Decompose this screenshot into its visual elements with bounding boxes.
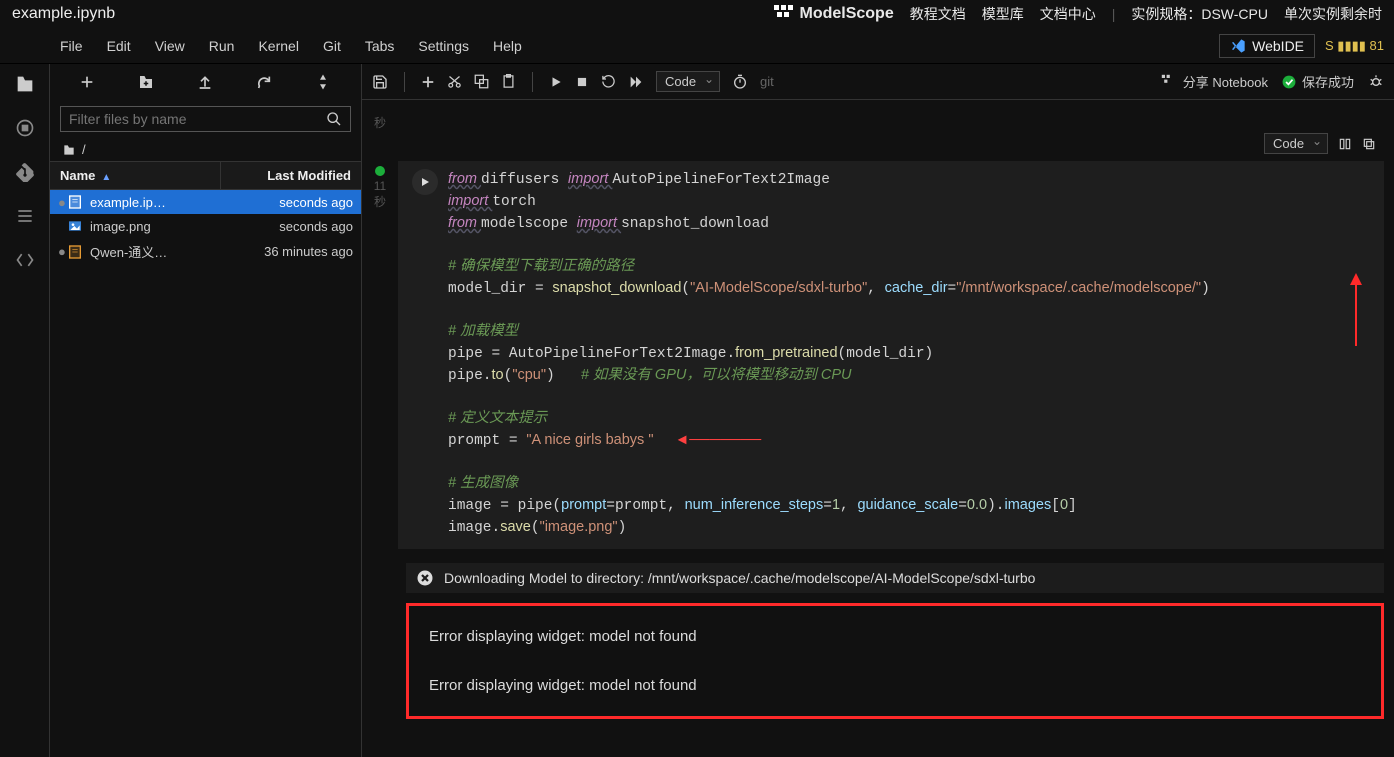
file-browser: / Name▲ Last Modified ●example.ip…second…: [50, 64, 362, 757]
logo-icon: [773, 4, 793, 24]
menu-git[interactable]: Git: [323, 38, 341, 54]
stage-badge: S ▮▮▮▮ 81: [1325, 38, 1384, 54]
filter-input[interactable]: [69, 111, 326, 127]
webide-button[interactable]: WebIDE: [1219, 34, 1315, 58]
vscode-icon: [1230, 38, 1246, 54]
file-modified: seconds ago: [279, 219, 353, 234]
share-icon: [1161, 74, 1177, 90]
status-ok-icon: [375, 166, 385, 176]
folder-icon: [62, 143, 76, 157]
cell-toolbar: Code: [1256, 129, 1384, 158]
filter-files-box[interactable]: [60, 106, 351, 132]
file-name: example.ip…: [90, 195, 279, 210]
notebook-icon: [66, 194, 84, 210]
file-modified: seconds ago: [279, 195, 353, 210]
sort-caret-icon: ▲: [101, 172, 111, 183]
cell-type-select[interactable]: Code: [656, 71, 720, 92]
cell-duplicate-button[interactable]: [1362, 137, 1376, 151]
col-name[interactable]: Name▲: [50, 162, 221, 189]
code-cell[interactable]: Code from diffusers import AutoPipelineF…: [398, 161, 1384, 549]
remaining-label: 单次实例剩余时: [1284, 4, 1382, 24]
notebook-area: Code git 分享 Notebook 保存成功 秒: [362, 64, 1394, 757]
play-icon: [419, 176, 431, 188]
paste-button[interactable]: [501, 74, 516, 89]
error-box: Error displaying widget: model not found…: [406, 603, 1384, 719]
insert-cell-button[interactable]: [421, 75, 435, 89]
nav-models[interactable]: 模型库: [982, 4, 1024, 24]
error-line: Error displaying widget: model not found: [421, 661, 1369, 710]
menu-kernel[interactable]: Kernel: [258, 38, 298, 54]
notebook-body[interactable]: 秒 11秒 Code: [362, 100, 1394, 757]
window-title: example.ipynb: [12, 5, 115, 23]
file-name: Qwen-通义…: [90, 242, 264, 261]
spec-label: 实例规格：DSW-CPU: [1131, 4, 1268, 24]
menu-settings[interactable]: Settings: [418, 38, 469, 54]
new-launcher-button[interactable]: [79, 74, 95, 90]
nav-docs[interactable]: 文档中心: [1040, 4, 1096, 24]
share-notebook-button[interactable]: 分享 Notebook: [1161, 72, 1268, 91]
cell-dropdown[interactable]: Code: [1264, 133, 1328, 154]
menu-file[interactable]: File: [60, 38, 83, 54]
timing-button[interactable]: [732, 74, 748, 90]
menu-edit[interactable]: Edit: [107, 38, 131, 54]
run-cell-button[interactable]: [412, 169, 438, 195]
upload-button[interactable]: [197, 74, 213, 90]
menu-tabs[interactable]: Tabs: [365, 38, 395, 54]
activity-bar: [0, 64, 50, 757]
copy-button[interactable]: [474, 74, 489, 89]
output-line: Downloading Model to directory: /mnt/wor…: [406, 563, 1384, 593]
nav-tutorial[interactable]: 教程文档: [910, 4, 966, 24]
notebook-icon: [66, 244, 84, 260]
menu-bar: File Edit View Run Kernel Git Tabs Setti…: [0, 28, 1394, 64]
toc-tab[interactable]: [13, 204, 37, 228]
annotation-arrow-left: ◄───────: [671, 432, 761, 448]
check-icon: [1282, 75, 1296, 89]
menu-help[interactable]: Help: [493, 38, 522, 54]
menu-run[interactable]: Run: [209, 38, 235, 54]
new-folder-button[interactable]: [137, 73, 155, 91]
file-row[interactable]: ●Qwen-通义…36 minutes ago: [50, 238, 361, 265]
file-browser-tab[interactable]: [13, 72, 37, 96]
brand-label: ModelScope: [799, 5, 893, 23]
prev-cell-gutter: 秒: [362, 110, 398, 131]
restart-button[interactable]: [601, 74, 616, 89]
notebook-toolbar: Code git 分享 Notebook 保存成功: [362, 64, 1394, 100]
search-icon: [326, 111, 342, 127]
top-right-nav: ModelScope 教程文档 模型库 文档中心 | 实例规格：DSW-CPU …: [773, 4, 1382, 24]
error-line: Error displaying widget: model not found: [421, 612, 1369, 661]
col-modified[interactable]: Last Modified: [221, 162, 361, 189]
annotation-arrow-up: [1346, 271, 1366, 351]
file-row[interactable]: ●example.ip…seconds ago: [50, 190, 361, 214]
save-status: 保存成功: [1282, 72, 1354, 91]
running-tab[interactable]: [13, 116, 37, 140]
code-editor[interactable]: from diffusers import AutoPipelineForTex…: [448, 169, 1210, 539]
run-all-button[interactable]: [628, 74, 644, 90]
file-modified: 36 minutes ago: [264, 244, 353, 259]
extensions-tab[interactable]: [13, 248, 37, 272]
cell-output: Downloading Model to directory: /mnt/wor…: [406, 563, 1384, 719]
refresh-button[interactable]: [256, 74, 272, 90]
modelscope-logo[interactable]: ModelScope: [773, 4, 893, 24]
git-sync-button[interactable]: [314, 73, 332, 91]
breadcrumb[interactable]: /: [50, 138, 361, 161]
save-button[interactable]: [372, 74, 388, 90]
file-row[interactable]: image.pngseconds ago: [50, 214, 361, 238]
cell-expand-button[interactable]: [1338, 137, 1352, 151]
git-indicator[interactable]: git: [760, 74, 774, 89]
title-bar: example.ipynb ModelScope 教程文档 模型库 文档中心 |…: [0, 0, 1394, 28]
stop-button[interactable]: [575, 75, 589, 89]
file-list: ●example.ip…seconds agoimage.pngseconds …: [50, 190, 361, 265]
bug-icon[interactable]: [1368, 74, 1384, 90]
git-tab[interactable]: [13, 160, 37, 184]
cut-button[interactable]: [447, 74, 462, 89]
file-name: image.png: [90, 219, 279, 234]
cell-gutter: 11秒: [362, 161, 398, 549]
image-icon: [66, 218, 84, 234]
file-toolbar: [50, 64, 361, 100]
menu-view[interactable]: View: [155, 38, 185, 54]
close-circle-icon[interactable]: [416, 569, 434, 587]
run-button[interactable]: [549, 75, 563, 89]
files-header: Name▲ Last Modified: [50, 161, 361, 190]
